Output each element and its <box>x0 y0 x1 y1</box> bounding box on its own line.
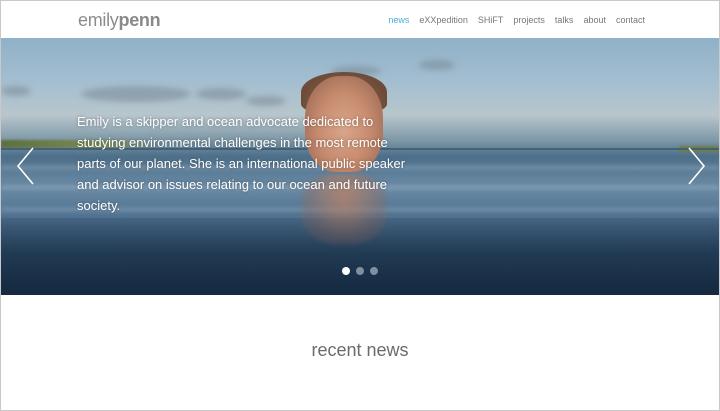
nav-item-about[interactable]: about <box>583 14 606 26</box>
sky-cloud <box>81 86 191 102</box>
chevron-right-icon <box>688 147 706 185</box>
site-logo[interactable]: emilypenn <box>78 9 161 31</box>
slider-prev-button[interactable] <box>15 146 35 186</box>
sky-cloud <box>246 96 286 106</box>
hero-slider: Emily is a skipper and ocean advocate de… <box>1 38 719 295</box>
site-header: emilypenn news eXXpedition SHiFT project… <box>1 1 719 38</box>
nav-item-talks[interactable]: talks <box>555 14 574 26</box>
nav-item-projects[interactable]: projects <box>513 14 545 26</box>
sky-cloud <box>196 88 246 100</box>
logo-first-name: emily <box>78 10 119 30</box>
sky-cloud <box>1 86 31 96</box>
slider-dot-3[interactable] <box>370 267 378 275</box>
logo-last-name: penn <box>118 10 161 30</box>
recent-news-heading: recent news <box>311 340 409 360</box>
slider-dot-2[interactable] <box>356 267 364 275</box>
nav-item-exxpedition[interactable]: eXXpedition <box>419 14 468 26</box>
nav-item-contact[interactable]: contact <box>616 14 645 26</box>
chevron-left-icon <box>16 147 34 185</box>
browser-viewport: emilypenn news eXXpedition SHiFT project… <box>0 0 720 411</box>
sky-cloud <box>419 60 455 70</box>
slider-dot-1[interactable] <box>342 267 350 275</box>
nav-item-shift[interactable]: SHiFT <box>478 14 504 26</box>
hero-caption: Emily is a skipper and ocean advocate de… <box>77 114 406 213</box>
slider-next-button[interactable] <box>687 146 707 186</box>
main-nav: news eXXpedition SHiFT projects talks ab… <box>388 14 645 26</box>
nav-item-news[interactable]: news <box>388 14 409 26</box>
slider-pagination <box>342 267 378 275</box>
